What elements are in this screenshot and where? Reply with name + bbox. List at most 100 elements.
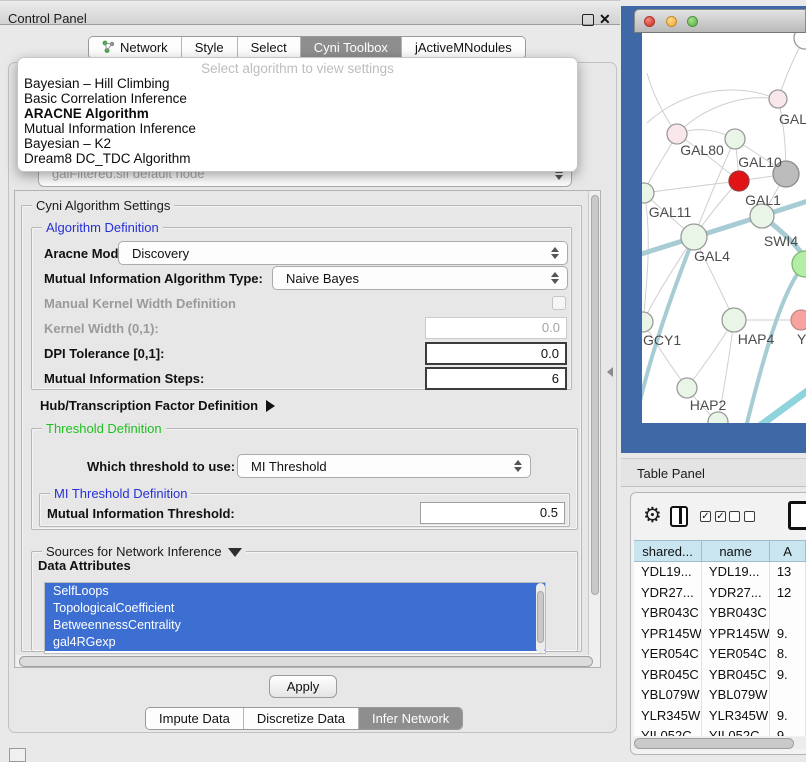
- table-row[interactable]: YIL052CYIL052C9.: [634, 726, 806, 736]
- tab-network[interactable]: Network: [89, 37, 182, 58]
- algorithm-popup: Select algorithm to view settings Bayesi…: [17, 57, 578, 172]
- table-cell: YDR27...: [634, 583, 702, 604]
- table-cell: 9.: [770, 624, 806, 645]
- checked-box-icon[interactable]: ✓: [700, 511, 711, 522]
- attr-list-scrollbar[interactable]: [536, 583, 545, 653]
- sources-toggle[interactable]: Sources for Network Inference: [42, 544, 246, 559]
- settings-vscrollbar[interactable]: [588, 191, 600, 667]
- table-cell: 9.: [770, 706, 806, 727]
- hub-definition-toggle[interactable]: Hub/Transcription Factor Definition: [40, 398, 275, 413]
- tab-cyni-toolbox[interactable]: Cyni Toolbox: [301, 37, 402, 58]
- which-threshold-label: Which threshold to use:: [87, 459, 235, 474]
- close-window-icon[interactable]: [644, 16, 655, 27]
- dpi-tolerance-label: DPI Tolerance [0,1]:: [44, 346, 164, 361]
- kernel-width-field[interactable]: 0.0: [425, 317, 567, 339]
- node-label: GAL11: [649, 204, 692, 220]
- apply-button[interactable]: Apply: [269, 675, 337, 698]
- algorithm-definition-title: Algorithm Definition: [42, 220, 163, 235]
- mi-type-label: Mutual Information Algorithm Type:: [44, 271, 263, 286]
- network-icon: [102, 40, 115, 56]
- algorithm-option[interactable]: Bayesian – Hill Climbing: [18, 76, 577, 91]
- table-header-row: shared...nameA: [634, 540, 806, 562]
- attribute-item-selected[interactable]: TopologicalCoefficient: [45, 600, 545, 617]
- mi-type-combo[interactable]: Naive Bayes: [272, 266, 568, 290]
- column-header[interactable]: A: [770, 540, 806, 562]
- close-panel-icon[interactable]: ✕: [599, 12, 611, 26]
- data-attributes-list[interactable]: SelfLoopsTopologicalCoefficientBetweenne…: [44, 582, 546, 654]
- tab-label: Style: [195, 40, 224, 55]
- columns-icon[interactable]: [670, 506, 688, 527]
- zoom-window-icon[interactable]: [687, 16, 698, 27]
- tab-label: jActiveMNodules: [415, 40, 512, 55]
- tab-jactivemnodules[interactable]: jActiveMNodules: [402, 37, 525, 58]
- attribute-item-selected[interactable]: gal4RGexp: [45, 634, 545, 651]
- algorithm-option[interactable]: Mutual Information Inference: [18, 121, 577, 136]
- table-rows: YDL19...YDL19...13YDR27...YDR27...12YBR0…: [634, 562, 806, 736]
- minimize-window-icon[interactable]: [666, 16, 677, 27]
- tab-impute-data[interactable]: Impute Data: [146, 708, 244, 729]
- table-cell: YBR043C: [702, 603, 770, 624]
- tab-discretize-data[interactable]: Discretize Data: [244, 708, 359, 729]
- which-threshold-combo[interactable]: MI Threshold: [237, 454, 531, 478]
- table-row[interactable]: YPR145WYPR145W9.: [634, 624, 806, 645]
- popup-placeholder: Select algorithm to view settings: [18, 61, 577, 76]
- table-cell: [770, 685, 806, 706]
- node-label: GAL: [779, 111, 806, 127]
- network-node-labels: GALGAL80GAL10GAL1GAL11SWI4GAL4GCY1HAP4YH…: [642, 33, 806, 423]
- node-label: Y: [797, 331, 806, 347]
- mi-steps-field[interactable]: 6: [425, 367, 567, 390]
- table-row[interactable]: YDR27...YDR27...12: [634, 583, 806, 604]
- grip-icon[interactable]: [9, 748, 26, 762]
- unchecked-box-icon[interactable]: [744, 511, 755, 522]
- table-row[interactable]: YBL079WYBL079W: [634, 685, 806, 706]
- tab-label: Cyni Toolbox: [314, 40, 388, 55]
- table-row[interactable]: YLR345WYLR345W9.: [634, 706, 806, 727]
- unchecked-box-icon[interactable]: [729, 511, 740, 522]
- manual-kernel-checkbox[interactable]: [552, 296, 566, 310]
- mi-threshold-field[interactable]: 0.5: [420, 502, 565, 524]
- dpi-tolerance-field[interactable]: 0.0: [425, 342, 567, 365]
- mi-steps-label: Mutual Information Steps:: [44, 371, 204, 386]
- node-label: GAL1: [745, 192, 781, 208]
- kernel-width-label: Kernel Width (0,1):: [44, 321, 159, 336]
- column-header[interactable]: name: [702, 540, 770, 562]
- node-label: HAP4: [738, 331, 775, 347]
- node-table[interactable]: shared...nameA YDL19...YDL19...13YDR27..…: [634, 540, 806, 736]
- aracne-mode-combo[interactable]: Discovery: [118, 241, 568, 265]
- table-cell: 8.: [770, 644, 806, 665]
- mi-threshold-group-title: MI Threshold Definition: [50, 486, 191, 501]
- float-panel-icon[interactable]: [582, 14, 594, 26]
- node-label: GAL4: [694, 248, 730, 264]
- attribute-item-selected[interactable]: SelfLoops: [45, 583, 545, 600]
- attribute-item-selected[interactable]: BetweennessCentrality: [45, 617, 545, 634]
- data-attributes-label: Data Attributes: [38, 558, 131, 573]
- node-label: GCY1: [643, 332, 681, 348]
- network-view-canvas[interactable]: GALGAL80GAL10GAL1GAL11SWI4GAL4GCY1HAP4YH…: [642, 33, 806, 423]
- table-row[interactable]: YBR045CYBR045C9.: [634, 665, 806, 686]
- gear-icon[interactable]: ⚙: [643, 503, 662, 528]
- algorithm-option[interactable]: Bayesian – K2: [18, 136, 577, 151]
- sources-title: Sources for Network Inference: [46, 544, 222, 559]
- table-panel-title: Table Panel: [637, 466, 806, 481]
- tab-infer-network[interactable]: Infer Network: [359, 708, 462, 729]
- popup-items: Bayesian – Hill ClimbingBasic Correlatio…: [18, 76, 577, 166]
- table-row[interactable]: YDL19...YDL19...13: [634, 562, 806, 583]
- checked-box-icon[interactable]: ✓: [715, 511, 726, 522]
- algorithm-option[interactable]: ARACNE Algorithm: [18, 106, 577, 121]
- table-row[interactable]: YBR043CYBR043C: [634, 603, 806, 624]
- combo-spinner-icon: [510, 460, 526, 472]
- network-window-titlebar[interactable]: [634, 9, 806, 33]
- algorithm-option[interactable]: Basic Correlation Inference: [18, 91, 577, 106]
- table-cell: YLR345W: [634, 706, 702, 727]
- column-header[interactable]: shared...: [634, 540, 702, 562]
- table-row[interactable]: YER054CYER054C8.: [634, 644, 806, 665]
- tab-select[interactable]: Select: [238, 37, 301, 58]
- function-doc-icon[interactable]: [788, 501, 806, 530]
- table-cell: YBR045C: [702, 665, 770, 686]
- tab-style[interactable]: Style: [182, 37, 238, 58]
- divider-collapse-icon[interactable]: [607, 367, 613, 377]
- table-cell: YDL19...: [634, 562, 702, 583]
- table-hscrollbar[interactable]: [633, 737, 806, 749]
- settings-hscrollbar[interactable]: [16, 655, 599, 667]
- algorithm-option[interactable]: Dream8 DC_TDC Algorithm: [18, 151, 577, 166]
